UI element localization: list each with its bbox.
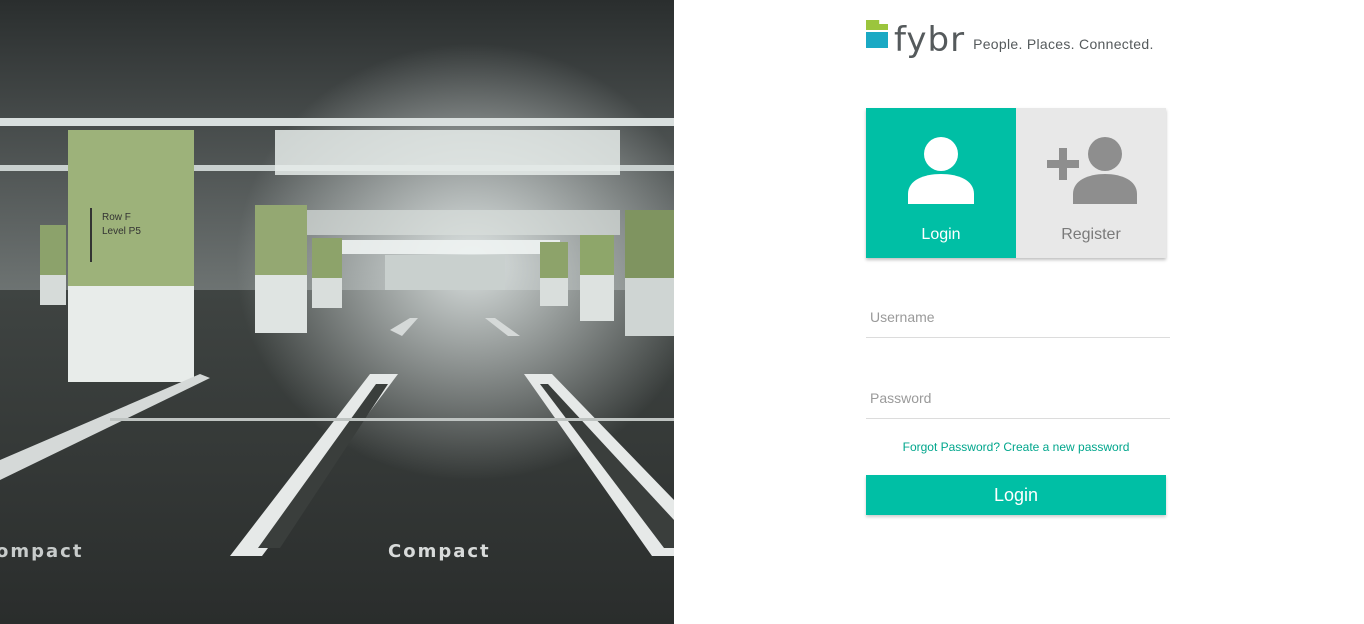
floor-text-left: ompact <box>0 541 83 562</box>
logo-mark-icon <box>866 20 888 48</box>
auth-tabs: Login Register <box>866 108 1166 258</box>
sign-row-text: Row F <box>102 212 131 223</box>
user-icon <box>866 132 1016 212</box>
hero-image: Row F Level P5 Compact ompact <box>0 0 674 624</box>
forgot-password-link[interactable]: Forgot Password? Create a new password <box>866 440 1166 454</box>
tab-login-label: Login <box>921 226 961 243</box>
parking-garage-illustration: Row F Level P5 Compact ompact <box>0 0 674 624</box>
add-user-icon <box>1016 132 1166 212</box>
tab-register-label: Register <box>1061 226 1121 243</box>
username-field <box>866 298 1170 338</box>
password-field <box>866 379 1170 419</box>
username-input[interactable] <box>866 298 1170 336</box>
password-input[interactable] <box>866 379 1170 417</box>
brand-tagline: People. Places. Connected. <box>973 36 1154 52</box>
floor-text-center: Compact <box>388 541 491 562</box>
tab-login[interactable]: Login <box>866 108 1016 258</box>
login-button[interactable]: Login <box>866 475 1166 515</box>
login-panel: fybr People. Places. Connected. Login Re… <box>674 0 1364 624</box>
brand-logo: fybr People. Places. Connected. <box>866 18 1154 58</box>
sign-level-text: Level P5 <box>102 226 141 237</box>
tab-register[interactable]: Register <box>1016 108 1166 258</box>
logo-wordmark: fybr <box>894 20 966 60</box>
